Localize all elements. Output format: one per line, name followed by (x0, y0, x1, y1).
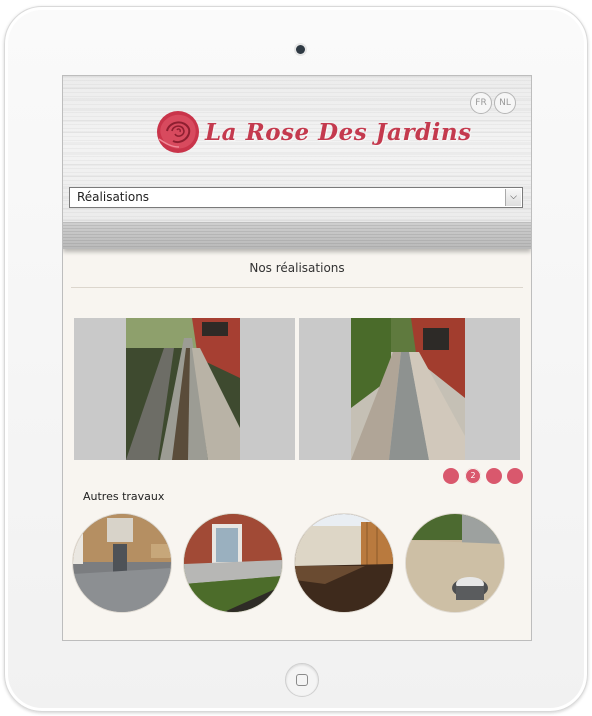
screen: La Rose Des Jardins FR NL Réalisations ⌵… (62, 75, 532, 641)
page-title: Nos réalisations (249, 261, 345, 275)
header-wood-plank (63, 222, 531, 249)
rose-icon (157, 111, 199, 153)
logo[interactable]: La Rose Des Jardins (155, 108, 472, 156)
header: La Rose Des Jardins FR NL Réalisations ⌵ (63, 76, 531, 249)
carousel-dot-4[interactable] (507, 468, 523, 484)
gravel-garden-photo (406, 514, 504, 612)
garden-path-photo (126, 318, 240, 460)
work-thumbnail-3[interactable] (295, 514, 393, 612)
logo-text: La Rose Des Jardins (205, 118, 472, 146)
navigation-select[interactable]: Réalisations ⌵ (69, 187, 523, 208)
lawn-terrace-photo (184, 514, 282, 612)
work-thumbnail-4[interactable] (406, 514, 504, 612)
carousel-photo-1[interactable] (74, 318, 295, 460)
other-works-title: Autres travaux (83, 490, 165, 503)
language-fr-button[interactable]: FR (470, 92, 492, 114)
chevron-down-icon[interactable]: ⌵ (505, 189, 521, 206)
home-button[interactable] (285, 663, 319, 697)
divider (71, 287, 523, 288)
camera-icon (296, 45, 305, 54)
carousel-dot-1[interactable] (443, 468, 459, 484)
carousel-dot-3[interactable] (486, 468, 502, 484)
language-nl-button[interactable]: NL (494, 92, 516, 114)
navigation-select-value: Réalisations (77, 190, 150, 204)
work-thumbnail-2[interactable] (184, 514, 282, 612)
garden-path-photo (351, 318, 465, 460)
carousel-photo-2[interactable] (299, 318, 520, 460)
fence-garden-photo (295, 514, 393, 612)
work-thumbnail-1[interactable] (73, 514, 171, 612)
carousel-dot-2[interactable]: 2 (465, 468, 481, 484)
patio-photo (73, 514, 171, 612)
